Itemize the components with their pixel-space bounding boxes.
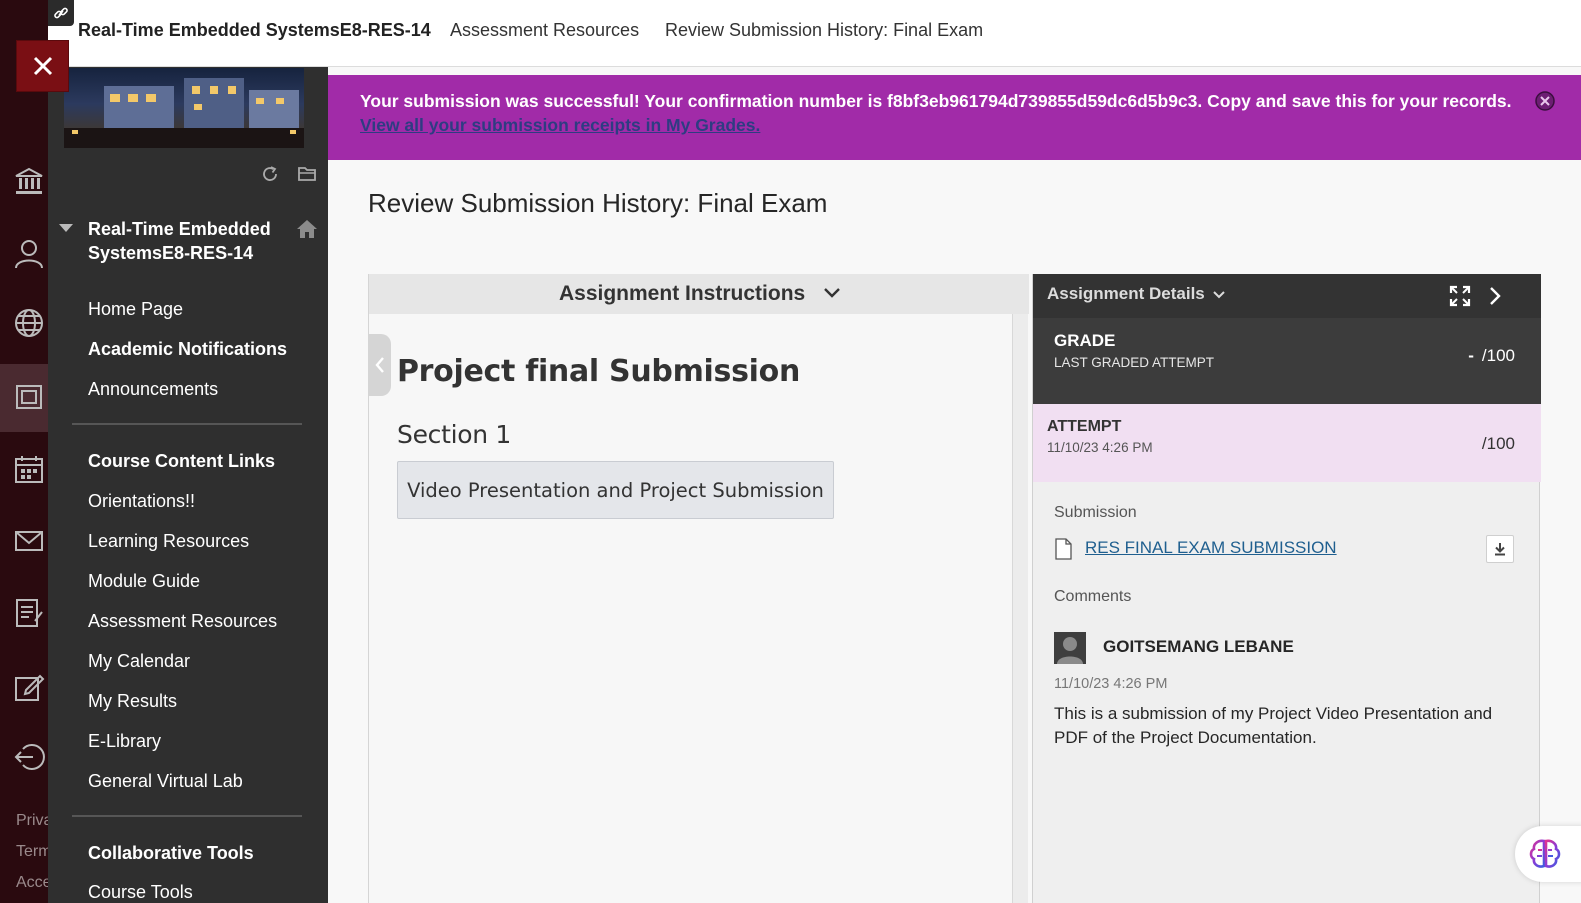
chevron-down-icon xyxy=(1213,291,1225,299)
sidebar-item-home-page[interactable]: Home Page xyxy=(88,299,183,320)
project-title: Project final Submission xyxy=(397,354,801,389)
chevron-down-icon xyxy=(824,288,840,298)
sidebar-item-my-results[interactable]: My Results xyxy=(88,691,177,712)
sidebar-item-course-tools[interactable]: Course Tools xyxy=(88,882,193,903)
expand-icon[interactable] xyxy=(1448,284,1472,308)
course-title[interactable]: Real-Time Embedded SystemsE8-RES-14 xyxy=(88,217,288,265)
grade-summary: GRADE LAST GRADED ATTEMPT -/100 xyxy=(1033,318,1541,404)
instructions-body: Project final Submission Section 1 Video… xyxy=(369,314,1013,903)
grades-icon[interactable] xyxy=(12,596,46,630)
grade-dash: - xyxy=(1468,346,1474,365)
close-icon[interactable] xyxy=(16,40,69,92)
attempt-row[interactable]: ATTEMPT 11/10/23 4:26 PM /100 xyxy=(1033,404,1541,482)
assistant-button[interactable] xyxy=(1515,826,1581,882)
attempt-label: ATTEMPT xyxy=(1047,418,1122,435)
commenter-name: GOITSEMANG LEBANE xyxy=(1103,637,1294,656)
signout-icon[interactable] xyxy=(12,740,46,774)
grade-max: /100 xyxy=(1481,346,1515,365)
grade-value: -/100 xyxy=(1468,346,1515,366)
sidebar-item-my-calendar[interactable]: My Calendar xyxy=(88,651,190,672)
sidebar-item-general-virtual-lab[interactable]: General Virtual Lab xyxy=(88,771,243,792)
rail-accessibility-link[interactable]: Acce xyxy=(16,874,48,892)
success-message: Your submission was successful! Your con… xyxy=(360,91,1512,111)
course-banner-image xyxy=(64,68,304,148)
attempt-grade: /100 xyxy=(1481,434,1515,453)
comment-text: This is a submission of my Project Video… xyxy=(1054,704,1493,747)
chevron-right-icon[interactable] xyxy=(1485,285,1505,307)
breadcrumb-bar: Real-Time Embedded SystemsE8-RES-14 Asse… xyxy=(48,0,1581,67)
grade-label: GRADE xyxy=(1054,331,1116,350)
instructions-header[interactable]: Assignment Instructions xyxy=(369,274,1029,314)
refresh-icon[interactable] xyxy=(259,163,281,185)
avatar xyxy=(1054,632,1086,664)
collapse-panel-icon[interactable] xyxy=(369,334,391,396)
mail-icon[interactable] xyxy=(12,524,46,558)
sidebar-item-e-library[interactable]: E-Library xyxy=(88,731,161,752)
dismiss-banner-icon[interactable] xyxy=(1534,90,1556,112)
sidebar-item-academic-notifications[interactable]: Academic Notifications xyxy=(88,339,287,360)
submission-file-link[interactable]: RES FINAL EXAM SUBMISSION xyxy=(1085,538,1337,558)
instructions-header-label: Assignment Instructions xyxy=(559,282,806,305)
sidebar-item-learning-resources[interactable]: Learning Resources xyxy=(88,531,249,552)
submission-label: Submission xyxy=(1054,504,1137,521)
sidebar-heading-collaborative-tools: Collaborative Tools xyxy=(88,843,254,863)
video-presentation-button[interactable]: Video Presentation and Project Submissio… xyxy=(397,461,834,519)
edit-icon[interactable] xyxy=(12,670,46,704)
details-header-label: Assignment Details xyxy=(1047,284,1205,303)
courses-icon[interactable] xyxy=(12,380,46,414)
sidebar-item-module-guide[interactable]: Module Guide xyxy=(88,571,200,592)
submission-success-banner: Your submission was successful! Your con… xyxy=(328,75,1581,160)
sidebar-divider xyxy=(72,815,302,817)
attempt-date: 11/10/23 4:26 PM xyxy=(1047,440,1153,455)
calendar-icon[interactable] xyxy=(12,452,46,486)
breadcrumb-assessment-resources[interactable]: Assessment Resources xyxy=(450,20,639,41)
section-title: Section 1 xyxy=(397,420,512,449)
download-icon[interactable] xyxy=(1486,535,1514,563)
breadcrumb-current-page: Review Submission History: Final Exam xyxy=(665,20,984,40)
assignment-instructions-panel: Assignment Instructions Project final Su… xyxy=(368,274,1029,903)
sidebar-item-announcements[interactable]: Announcements xyxy=(88,379,218,400)
sidebar-item-assessment-resources[interactable]: Assessment Resources xyxy=(88,611,277,632)
assignment-details-panel: Assignment Details GRADE LAST GRADED ATT… xyxy=(1032,274,1541,903)
folder-icon[interactable] xyxy=(296,163,318,185)
course-collapse-icon[interactable] xyxy=(59,224,73,232)
breadcrumb-course[interactable]: Real-Time Embedded SystemsE8-RES-14 xyxy=(78,20,431,41)
course-menu: Real-Time Embedded SystemsE8-RES-14 Home… xyxy=(48,67,328,903)
details-header[interactable]: Assignment Details xyxy=(1033,274,1541,318)
link-icon[interactable] xyxy=(48,0,74,26)
view-receipts-link[interactable]: View all your submission receipts in My … xyxy=(360,115,760,136)
file-icon xyxy=(1055,538,1072,560)
institution-icon[interactable] xyxy=(12,164,46,198)
sidebar-heading-course-content-links: Course Content Links xyxy=(88,451,276,471)
globe-icon[interactable] xyxy=(12,306,46,340)
global-nav-rail: Priva Term Acce xyxy=(0,0,48,903)
comment-date: 11/10/23 4:26 PM xyxy=(1054,676,1168,692)
sidebar-divider xyxy=(72,423,302,425)
grade-sublabel: LAST GRADED ATTEMPT xyxy=(1054,355,1215,370)
user-icon[interactable] xyxy=(12,236,46,270)
comments-label: Comments xyxy=(1054,588,1132,605)
rail-terms-link[interactable]: Term xyxy=(16,843,48,861)
sidebar-item-orientations[interactable]: Orientations!! xyxy=(88,491,195,512)
home-icon[interactable] xyxy=(296,218,318,240)
page-title: Review Submission History: Final Exam xyxy=(368,188,828,218)
rail-privacy-link[interactable]: Priva xyxy=(16,812,48,830)
brain-icon xyxy=(1529,839,1561,868)
